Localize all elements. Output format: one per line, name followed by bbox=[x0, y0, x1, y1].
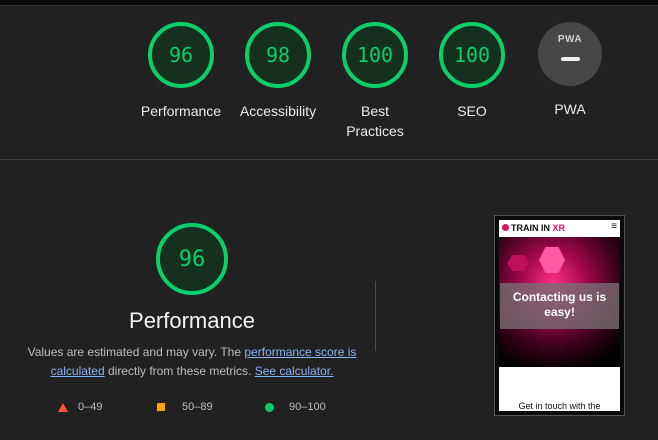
gauge-performance[interactable]: 96 Performance bbox=[131, 22, 231, 121]
gauge-label-pwa: PWA bbox=[554, 101, 586, 117]
brand-prefix: TRAIN IN bbox=[511, 223, 553, 233]
top-border bbox=[0, 0, 658, 6]
pwa-badge-text: PWA bbox=[557, 34, 583, 45]
gauge-accessibility[interactable]: 98 Accessibility bbox=[228, 22, 328, 121]
gauge-ring-accessibility: 98 bbox=[245, 22, 311, 88]
gauge-seo[interactable]: 100 SEO bbox=[422, 22, 522, 121]
gauge-pwa[interactable]: PWA PWA bbox=[520, 22, 620, 119]
hexagon-glow-icon bbox=[539, 247, 565, 273]
gauge-ring-best-practices: 100 bbox=[342, 22, 408, 88]
performance-description: Values are estimated and may vary. The p… bbox=[20, 343, 364, 381]
desc-prefix: Values are estimated and may vary. The bbox=[27, 345, 245, 359]
performance-score-gauge: 96 bbox=[156, 223, 228, 295]
gauge-label-best-practices: Best Practices bbox=[346, 103, 404, 139]
legend-fail: 0–49 bbox=[58, 401, 102, 413]
triangle-icon bbox=[58, 402, 68, 412]
performance-title: Performance bbox=[129, 308, 255, 333]
brand-logo-icon bbox=[502, 224, 509, 231]
pwa-dash-icon bbox=[561, 57, 580, 61]
pwa-badge-icon: PWA bbox=[538, 22, 602, 86]
category-gauges: 96 Performance 98 Accessibility 100 Best… bbox=[0, 22, 658, 162]
vertical-separator bbox=[375, 281, 376, 351]
gauge-label-seo: SEO bbox=[457, 103, 487, 119]
hero-card: Contacting us is easy! bbox=[500, 283, 619, 329]
gauge-label-accessibility: Accessibility bbox=[239, 103, 317, 119]
gauge-label-performance: Performance bbox=[140, 103, 222, 119]
footer-text: Get in touch with the bbox=[518, 401, 601, 411]
square-icon bbox=[157, 403, 165, 411]
screenshot-viewport: TRAIN IN XR ≡ Contacting us is easy! Get… bbox=[499, 220, 620, 411]
gauge-ring-performance: 96 bbox=[148, 22, 214, 88]
screenshot-header: TRAIN IN XR ≡ bbox=[499, 220, 620, 237]
final-screenshot-thumbnail[interactable]: TRAIN IN XR ≡ Contacting us is easy! Get… bbox=[494, 215, 625, 416]
gauge-ring-seo: 100 bbox=[439, 22, 505, 88]
desc-middle: directly from these metrics. bbox=[104, 364, 255, 378]
brand-name: TRAIN IN XR bbox=[511, 223, 565, 233]
screenshot-hero: Contacting us is easy! bbox=[499, 237, 620, 367]
hexagon-shape-icon bbox=[507, 255, 529, 271]
legend-pass-label: 90–100 bbox=[289, 401, 326, 413]
screenshot-footer: Get in touch with the bbox=[499, 367, 620, 411]
hamburger-icon: ≡ bbox=[611, 221, 617, 232]
section-divider bbox=[0, 159, 658, 160]
legend-pass: 90–100 bbox=[265, 401, 326, 413]
gauge-best-practices[interactable]: 100 Best Practices bbox=[325, 22, 425, 141]
brand-accent: XR bbox=[552, 223, 566, 233]
legend-average: 50–89 bbox=[157, 401, 213, 413]
circle-icon bbox=[265, 402, 274, 412]
legend-average-label: 50–89 bbox=[182, 401, 213, 413]
see-calculator-link[interactable]: See calculator. bbox=[255, 364, 334, 378]
legend-fail-label: 0–49 bbox=[78, 401, 103, 413]
